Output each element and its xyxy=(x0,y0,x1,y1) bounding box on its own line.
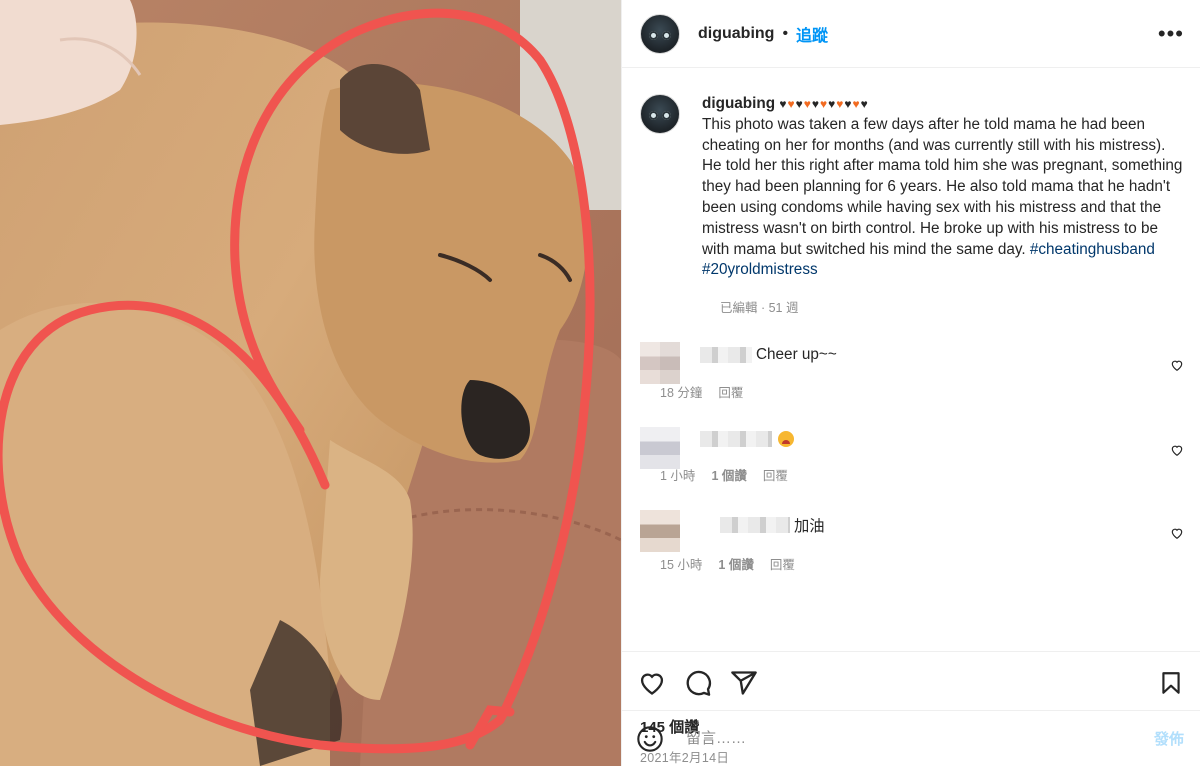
comment-avatar-pixelated[interactable] xyxy=(640,342,680,385)
comment-time: 18 分鐘 xyxy=(660,386,703,401)
comment-avatar-pixelated[interactable] xyxy=(640,427,680,470)
heart-emoji: ♥ xyxy=(828,97,837,111)
comment-avatar-pixelated[interactable] xyxy=(640,510,680,553)
heart-emoji: ♥ xyxy=(811,97,820,111)
caption-meta: 已編輯 · 51 週 xyxy=(720,301,799,316)
follow-button[interactable]: 追蹤 xyxy=(796,22,828,46)
caption: diguabing ♥♥♥♥♥♥♥♥♥♥♥ This photo was tak… xyxy=(640,94,1184,281)
comments-scroll-area[interactable]: diguabing ♥♥♥♥♥♥♥♥♥♥♥ This photo was tak… xyxy=(622,68,1200,652)
comment-likes[interactable]: 1 個讚 xyxy=(711,465,746,484)
hashtag-link[interactable]: #cheatinghusband xyxy=(1030,241,1155,258)
instagram-post: diguabing • 追蹤 ••• diguabing ♥♥♥♥♥♥♥♥♥♥♥… xyxy=(0,0,1200,766)
comment-icon[interactable] xyxy=(684,669,712,697)
post-photo[interactable] xyxy=(0,0,621,766)
comment-meta: 1 小時 1 個讚 回覆 xyxy=(660,465,794,484)
comment-item: Cheer up~~ 18 分鐘 回覆 xyxy=(640,342,1184,401)
pixelated-username[interactable] xyxy=(700,431,772,448)
heart-emoji: ♥ xyxy=(860,97,869,111)
dog-photo-illustration xyxy=(0,0,621,766)
comment-likes[interactable]: 1 個讚 xyxy=(718,554,753,573)
comment-meta: 18 分鐘 回覆 xyxy=(660,382,837,401)
more-options-icon[interactable]: ••• xyxy=(1158,22,1184,45)
comment-like-heart-icon[interactable] xyxy=(1170,443,1184,457)
heart-emojis: ♥♥♥♥♥♥♥♥♥♥♥ xyxy=(779,97,868,111)
action-bar xyxy=(622,652,1200,714)
comment-like-heart-icon[interactable] xyxy=(1170,358,1184,372)
comment-meta: 15 小時 1 個讚 回覆 xyxy=(660,554,825,573)
add-comment-bar: 發佈 xyxy=(622,710,1200,766)
comment-item: 1 小時 1 個讚 回覆 xyxy=(640,427,1184,484)
comment-item: 加油 15 小時 1 個讚 回覆 xyxy=(640,510,1184,573)
heart-emoji: ♥ xyxy=(803,97,812,111)
separator-dot: • xyxy=(782,24,789,42)
caption-avatar[interactable] xyxy=(640,94,680,134)
pixelated-username[interactable] xyxy=(720,517,790,534)
heart-emoji: ♥ xyxy=(819,97,829,111)
post-details-panel: diguabing • 追蹤 ••• diguabing ♥♥♥♥♥♥♥♥♥♥♥… xyxy=(621,0,1200,766)
pixelated-username[interactable] xyxy=(700,347,752,364)
comment-time: 15 小時 xyxy=(660,558,703,573)
caption-text: This photo was taken a few days after he… xyxy=(702,115,1183,258)
reply-button[interactable]: 回覆 xyxy=(770,554,795,573)
post-header: diguabing • 追蹤 ••• xyxy=(622,0,1200,68)
heart-icon[interactable] xyxy=(638,669,666,697)
header-username[interactable]: diguabing xyxy=(698,25,774,43)
caption-username[interactable]: diguabing xyxy=(702,95,775,112)
comment-text: Cheer up~~ xyxy=(756,346,837,364)
bookmark-icon[interactable] xyxy=(1158,670,1184,696)
paper-plane-icon[interactable] xyxy=(730,669,758,697)
heart-emoji: ♥ xyxy=(852,97,861,111)
reply-button[interactable]: 回覆 xyxy=(718,382,743,401)
comment-time: 1 小時 xyxy=(660,469,696,484)
comment-text: 加油 xyxy=(794,518,825,536)
post-comment-button[interactable]: 發佈 xyxy=(1154,728,1184,749)
hashtag-link[interactable]: #20yroldmistress xyxy=(702,261,818,278)
smiley-icon[interactable] xyxy=(636,725,664,753)
caption-body: diguabing ♥♥♥♥♥♥♥♥♥♥♥ This photo was tak… xyxy=(702,94,1184,281)
avatar[interactable] xyxy=(640,13,680,54)
heart-emoji: ♥ xyxy=(787,97,796,111)
reply-button[interactable]: 回覆 xyxy=(763,465,788,484)
comment-like-heart-icon[interactable] xyxy=(1170,526,1184,540)
comment-input[interactable] xyxy=(684,729,1154,748)
heart-emoji: ♥ xyxy=(795,97,804,111)
worried-face-emoji xyxy=(778,431,794,448)
